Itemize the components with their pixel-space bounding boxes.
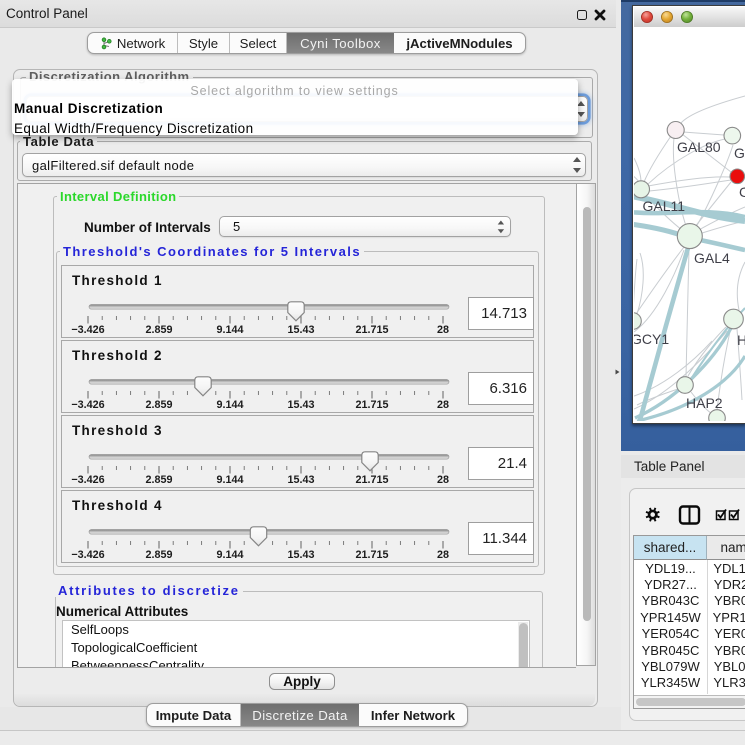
svg-text:15.43: 15.43 — [287, 549, 314, 561]
svg-text:15.43: 15.43 — [287, 324, 314, 336]
svg-text:21.715: 21.715 — [355, 399, 388, 411]
svg-text:−3.426: −3.426 — [71, 399, 104, 411]
svg-text:9.144: 9.144 — [216, 549, 243, 561]
svg-text:−3.426: −3.426 — [71, 549, 104, 561]
svg-text:GA: GA — [734, 145, 745, 161]
svg-text:21.715: 21.715 — [355, 324, 388, 336]
svg-text:2.859: 2.859 — [145, 549, 172, 561]
svg-text:2.859: 2.859 — [145, 474, 172, 486]
svg-text:21.715: 21.715 — [355, 474, 388, 486]
svg-text:9.144: 9.144 — [216, 474, 243, 486]
svg-text:GCY1: GCY1 — [634, 331, 669, 347]
svg-text:9.144: 9.144 — [216, 324, 243, 336]
svg-text:C: C — [739, 184, 745, 200]
svg-text:H: H — [737, 332, 745, 348]
svg-text:15.43: 15.43 — [287, 474, 314, 486]
svg-text:28: 28 — [437, 399, 449, 411]
svg-text:28: 28 — [437, 549, 449, 561]
svg-text:−3.426: −3.426 — [71, 474, 104, 486]
svg-text:9.144: 9.144 — [216, 399, 243, 411]
svg-text:GAL11: GAL11 — [643, 198, 686, 214]
svg-text:15.43: 15.43 — [287, 399, 314, 411]
svg-text:2.859: 2.859 — [145, 399, 172, 411]
svg-text:HAP2: HAP2 — [686, 395, 723, 411]
svg-text:−3.426: −3.426 — [71, 324, 104, 336]
svg-text:GAL80: GAL80 — [677, 139, 721, 155]
svg-text:28: 28 — [437, 474, 449, 486]
svg-text:28: 28 — [437, 324, 449, 336]
svg-text:21.715: 21.715 — [355, 549, 388, 561]
svg-text:GAL4: GAL4 — [694, 250, 730, 266]
svg-text:2.859: 2.859 — [145, 324, 172, 336]
